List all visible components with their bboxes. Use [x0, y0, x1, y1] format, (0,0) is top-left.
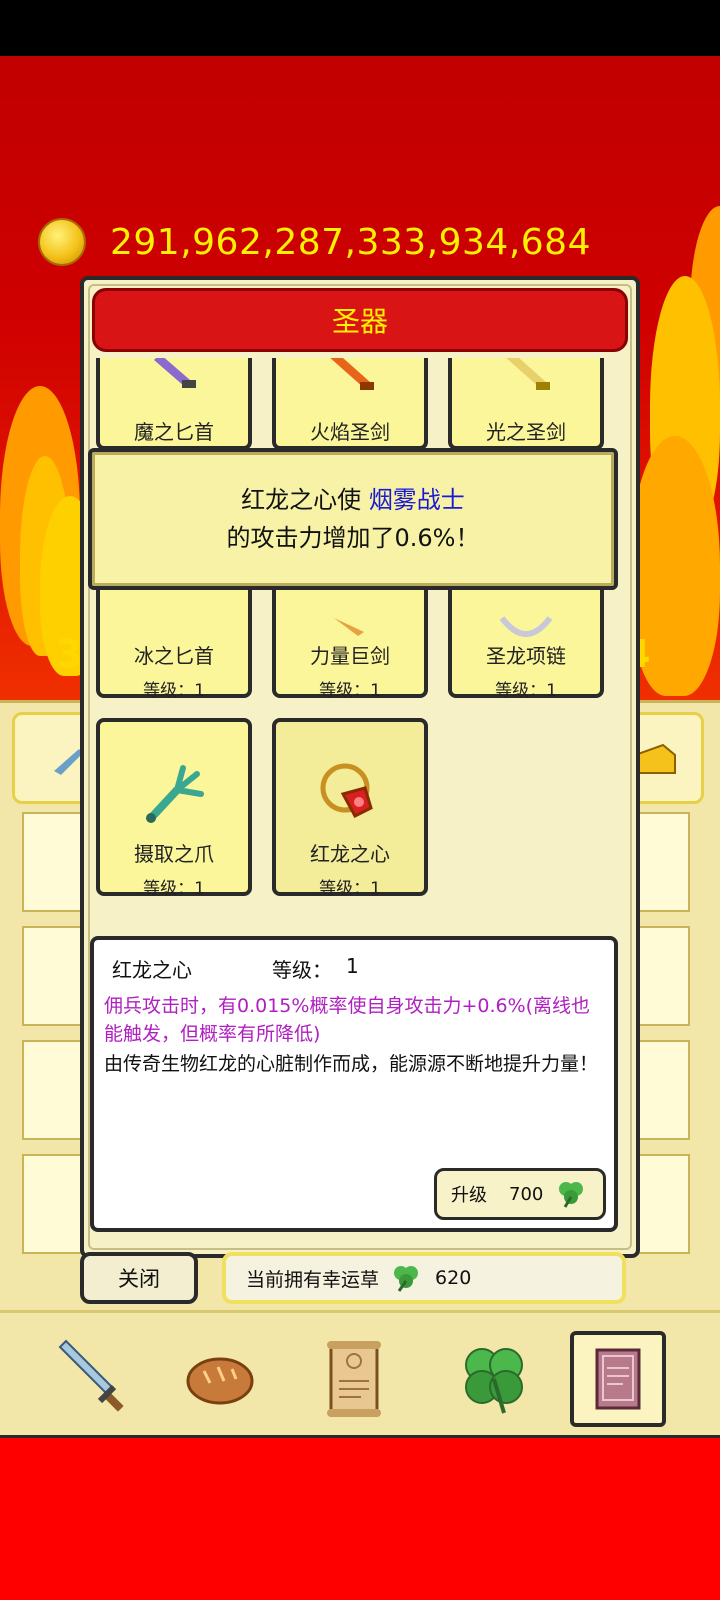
toast-line-1: 红龙之心使 烟雾战士: [241, 486, 465, 514]
sword-icon: [58, 1339, 124, 1412]
buff-notification: 红龙之心使 烟雾战士 的攻击力增加了0.6%！: [88, 448, 618, 590]
clover-balance-value: 620: [435, 1267, 472, 1289]
relic-detail-panel: 红龙之心 等级： 1 佣兵攻击时，有0.015%概率使自身攻击力+0.6%(离线…: [90, 936, 618, 1232]
detail-header: 红龙之心 等级： 1: [112, 954, 359, 983]
bg-row: [22, 926, 82, 1026]
bg-row: [632, 812, 690, 912]
card-level: 等级：1: [143, 681, 205, 698]
close-button[interactable]: 关闭: [80, 1252, 198, 1304]
card-name: 力量巨剑: [310, 644, 390, 668]
nav-book-button[interactable]: [570, 1331, 666, 1427]
bottom-navigation: [0, 1310, 720, 1438]
card-level: 等级：1: [319, 879, 381, 899]
dragon-heart-icon: [315, 758, 385, 828]
bg-row: [22, 812, 82, 912]
card-name: 圣龙项链: [486, 644, 566, 668]
bottom-red-area: [0, 1440, 720, 1600]
card-level: 等级：1: [495, 681, 557, 698]
card-name: 冰之匕首: [134, 644, 214, 668]
card-name: 光之圣剑: [486, 420, 566, 444]
side-number-left: 3: [56, 632, 83, 676]
nav-clover-button[interactable]: [446, 1331, 542, 1427]
clover-icon: [559, 1182, 584, 1208]
bg-row: [632, 926, 690, 1026]
relic-card-red-dragon-heart[interactable]: 红龙之心 等级：1: [272, 718, 428, 899]
upgrade-label: 升级: [451, 1185, 487, 1206]
card-name: 火焰圣剑: [310, 420, 390, 444]
bg-row: [22, 1040, 82, 1140]
detail-description: 由传奇生物红龙的心脏制作而成，能源源不断地提升力量！: [104, 1053, 599, 1075]
card-name: 摄取之爪: [134, 842, 214, 866]
clover-icon: [394, 1266, 419, 1292]
nav-sword-button[interactable]: [44, 1331, 140, 1427]
relic-card-demon-dagger[interactable]: 魔之匕首: [96, 358, 252, 450]
nav-bread-button[interactable]: [172, 1331, 268, 1427]
card-level: 等级：1: [319, 681, 381, 698]
bread-icon: [186, 1357, 254, 1405]
gold-coin-icon: [38, 218, 86, 266]
relic-card-absorb-claw[interactable]: 摄取之爪 等级：1: [96, 718, 252, 899]
clover-balance: 当前拥有幸运草 620: [222, 1252, 626, 1304]
card-row-clip: 冰之匕首 等级：1 力量巨剑 等级：1 圣龙项链 等级：1: [92, 588, 628, 698]
clover-icon: [465, 1348, 523, 1414]
dagger-icon: [139, 358, 209, 410]
gold-value: 291,962,287,333,934,684: [110, 221, 591, 263]
toast-line-2: 的攻击力增加了0.6%！: [226, 524, 480, 552]
scroll-icon: [327, 1341, 381, 1417]
status-bar: [0, 0, 720, 56]
bg-row: [22, 1154, 82, 1254]
relic-card-flame-sword[interactable]: 火焰圣剑: [272, 358, 428, 450]
relic-card-dragon-necklace[interactable]: 圣龙项链 等级：1: [448, 588, 604, 698]
bg-row: [632, 1154, 690, 1254]
upgrade-cost: 700: [509, 1183, 544, 1205]
modal-title: 圣器: [92, 288, 628, 352]
flame-sword-icon: [315, 358, 385, 410]
detail-level-label: 等级：: [272, 958, 332, 982]
gold-counter: 291,962,287,333,934,684: [38, 218, 591, 266]
light-sword-icon: [491, 358, 561, 410]
relic-card-power-greatsword[interactable]: 力量巨剑 等级：1: [272, 588, 428, 698]
toast-target: 烟雾战士: [368, 486, 465, 514]
card-name: 魔之匕首: [134, 420, 214, 444]
detail-name: 红龙之心: [112, 958, 192, 982]
card-name: 红龙之心: [310, 842, 390, 866]
detail-effect: 佣兵攻击时，有0.015%概率使自身攻击力+0.6%(离线也能触发，但概率有所降…: [104, 995, 591, 1045]
card-row-clip: 魔之匕首 火焰圣剑 光之圣剑: [92, 358, 628, 450]
book-icon: [595, 1348, 641, 1410]
upgrade-button[interactable]: 升级 700: [434, 1168, 606, 1220]
bg-row: [632, 1040, 690, 1140]
nav-scroll-button[interactable]: [306, 1331, 402, 1427]
relic-card-ice-dagger[interactable]: 冰之匕首 等级：1: [96, 588, 252, 698]
card-level: 等级：1: [143, 879, 205, 899]
claw-icon: [139, 758, 209, 828]
detail-level-value: 1: [346, 954, 359, 978]
clover-balance-label: 当前拥有幸运草: [246, 1268, 380, 1291]
relic-card-light-sword[interactable]: 光之圣剑: [448, 358, 604, 450]
